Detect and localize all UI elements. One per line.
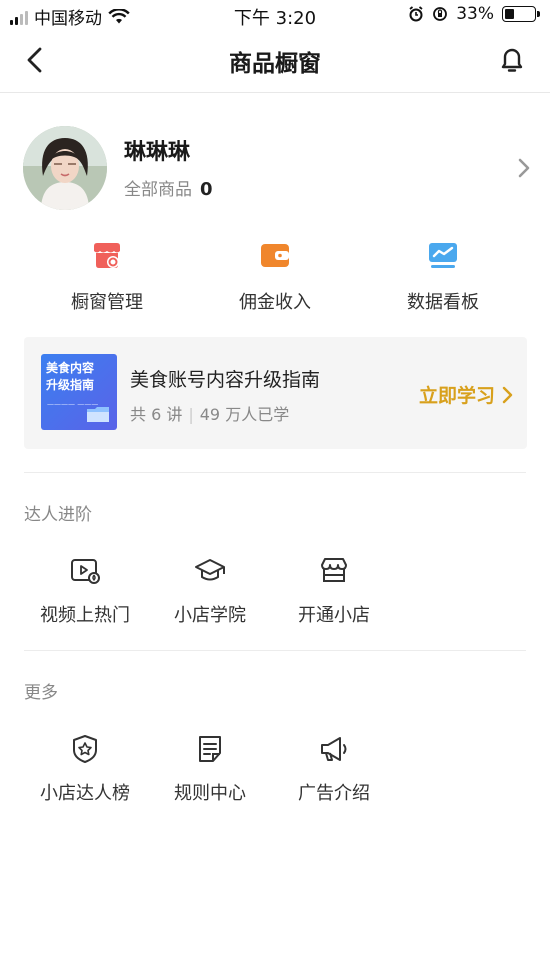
video-hot-icon xyxy=(69,555,101,587)
grid-item-open-shop[interactable]: 开通小店 xyxy=(269,555,399,627)
status-bar: 中国移动 下午 3:20 33% xyxy=(0,0,550,30)
grid-item-label: 小店学院 xyxy=(174,605,246,626)
quick-action-commission-income[interactable]: 佣金收入 xyxy=(200,238,350,314)
meta-divider: | xyxy=(188,405,194,424)
chevron-right-icon[interactable] xyxy=(514,156,534,180)
grid-item-shop-ranking[interactable]: 小店达人榜 xyxy=(20,733,150,805)
learn-now-button[interactable]: 立即学习 xyxy=(419,381,513,408)
avatar[interactable] xyxy=(23,126,107,210)
quick-action-data-board[interactable]: 数据看板 xyxy=(368,238,518,314)
course-title: 美食账号内容升级指南 xyxy=(130,369,321,391)
chevron-right-icon xyxy=(502,386,513,403)
profile-header[interactable]: 琳琳琳 全部商品 0 xyxy=(0,120,550,215)
grid-item-video-hot[interactable]: 视频上热门 xyxy=(20,555,150,627)
divider xyxy=(24,472,526,473)
thumbnail-title: 美食内容 升级指南 xyxy=(46,361,95,392)
section-title-more: 更多 xyxy=(24,683,58,703)
section-title-advance: 达人进阶 xyxy=(24,505,92,525)
page-title: 商品橱窗 xyxy=(229,51,321,77)
orientation-lock-icon xyxy=(433,7,448,21)
store-settings-icon xyxy=(90,238,124,272)
grid-item-label: 视频上热门 xyxy=(40,605,130,626)
grid-item-label: 广告介绍 xyxy=(298,783,370,804)
quick-action-showcase-management[interactable]: 橱窗管理 xyxy=(32,238,182,314)
battery-fill xyxy=(505,9,515,19)
profile-name: 琳琳琳 xyxy=(124,140,191,165)
avatar-image xyxy=(23,126,107,210)
learn-now-label: 立即学习 xyxy=(418,385,495,407)
quick-actions: 橱窗管理 佣金收入 数据看板 xyxy=(0,238,550,318)
course-card[interactable]: 美食内容 升级指南 ———— ——— 美食账号内容升级指南 共 6 讲 | 49 万… xyxy=(24,337,527,449)
folder-illustration-icon xyxy=(87,407,109,422)
divider xyxy=(24,650,526,651)
quick-action-label: 佣金收入 xyxy=(239,292,311,313)
grid-item-label: 小店达人榜 xyxy=(40,783,130,804)
course-lessons: 共 6 讲 xyxy=(130,405,183,424)
megaphone-icon xyxy=(318,733,350,765)
course-learners: 49 万人已学 xyxy=(199,405,290,424)
grid-item-ad-intro[interactable]: 广告介绍 xyxy=(269,733,399,805)
all-products-label: 全部商品 xyxy=(124,180,192,200)
grid-item-label: 规则中心 xyxy=(174,783,246,804)
all-products-row[interactable]: 全部商品 0 xyxy=(124,175,213,200)
wallet-icon xyxy=(258,238,292,272)
status-right: 33% xyxy=(408,4,540,24)
bell-icon xyxy=(501,48,523,72)
shop-icon xyxy=(318,555,350,587)
chart-board-icon xyxy=(426,238,460,272)
quick-action-label: 橱窗管理 xyxy=(71,292,143,313)
document-icon xyxy=(194,733,226,765)
badge-icon xyxy=(69,733,101,765)
alarm-icon xyxy=(409,6,423,22)
course-thumbnail: 美食内容 升级指南 ———— ——— xyxy=(41,354,117,430)
notifications-button[interactable] xyxy=(494,42,530,78)
grid-item-rules-center[interactable]: 规则中心 xyxy=(145,733,275,805)
battery-percent: 33% xyxy=(456,4,494,24)
quick-action-label: 数据看板 xyxy=(407,292,479,313)
grid-item-label: 开通小店 xyxy=(298,605,370,626)
all-products-count: 0 xyxy=(200,179,213,200)
battery-icon xyxy=(502,6,540,22)
grid-item-shop-academy[interactable]: 小店学院 xyxy=(145,555,275,627)
nav-bar: 商品橱窗 xyxy=(0,30,550,93)
graduation-cap-icon xyxy=(194,555,226,587)
course-meta: 共 6 讲 | 49 万人已学 xyxy=(130,401,289,425)
